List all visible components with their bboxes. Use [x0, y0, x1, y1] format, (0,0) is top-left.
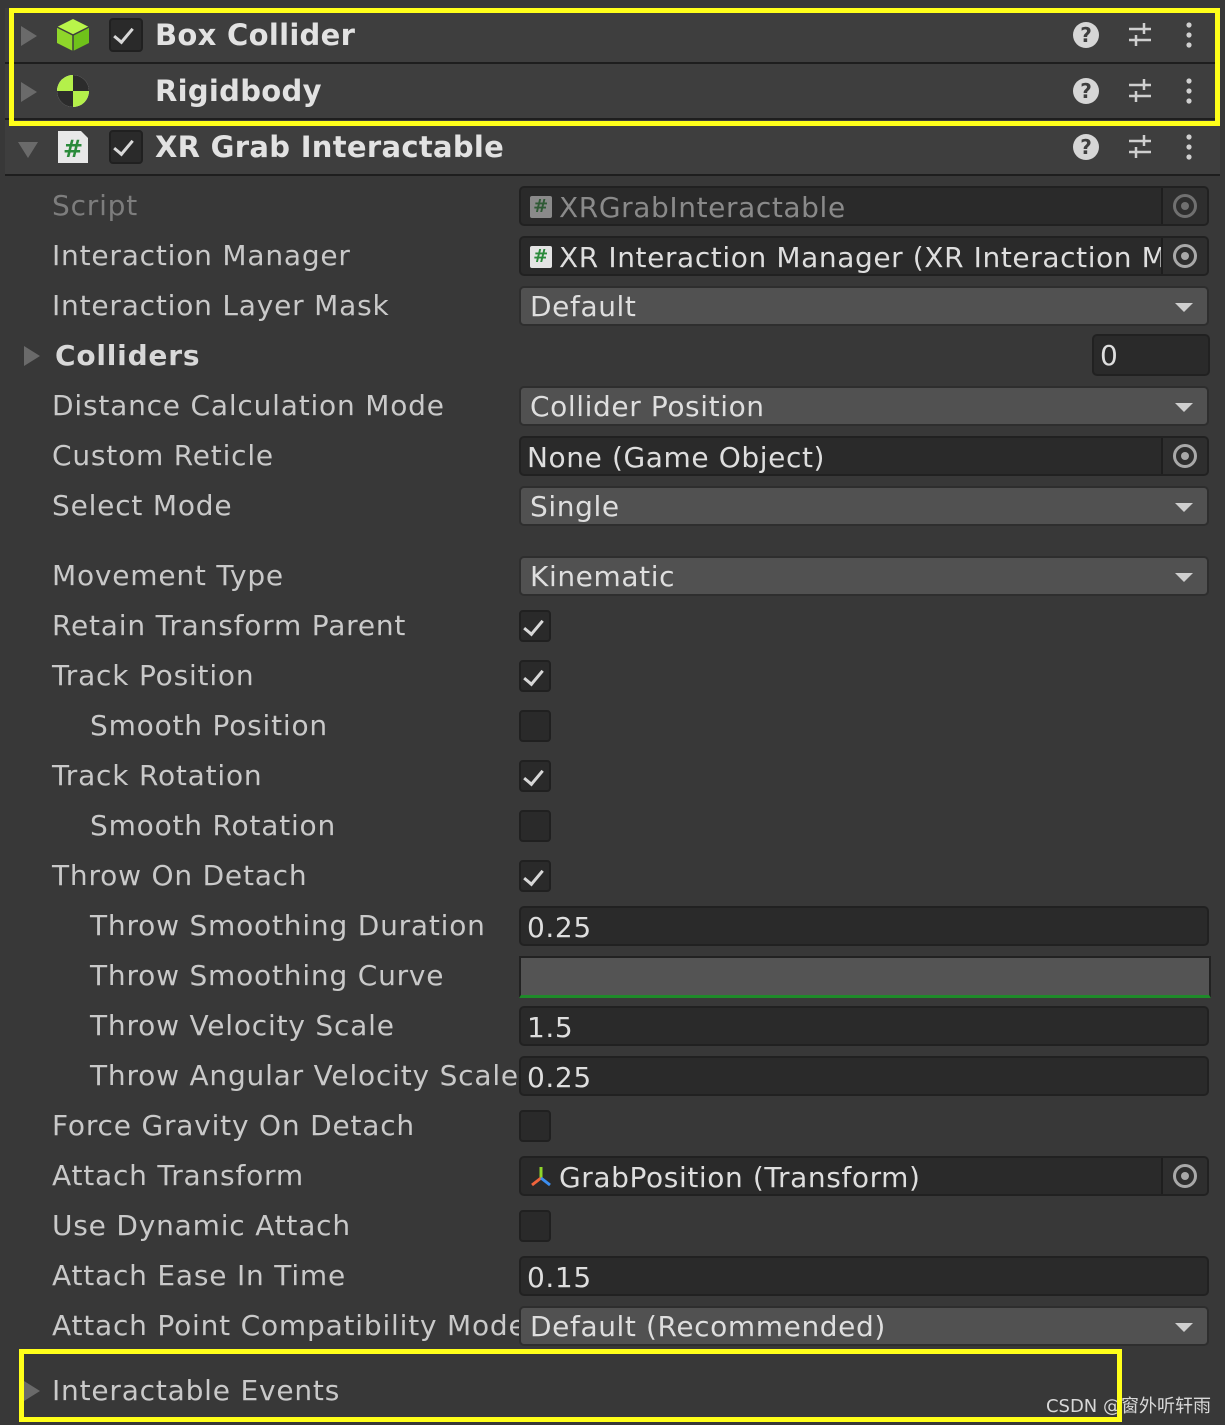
component-enabled-checkbox[interactable]	[109, 130, 143, 164]
force-gravity-on-detach-label: Force Gravity On Detach	[52, 1109, 415, 1142]
movement-type-dropdown[interactable]: Kinematic	[519, 556, 1209, 596]
interaction-layer-mask-label: Interaction Layer Mask	[52, 289, 390, 322]
track-rotation-label: Track Rotation	[52, 759, 263, 792]
object-picker-icon[interactable]	[1161, 238, 1207, 274]
dropdown-value: Single	[530, 490, 620, 523]
xr-grab-interactable-header[interactable]: # XR Grab Interactable ?	[5, 120, 1220, 176]
track-position-label: Track Position	[52, 659, 255, 692]
interaction-manager-label: Interaction Manager	[52, 239, 351, 272]
attach-point-compatibility-mode-label: Attach Point Compatibility Mode	[52, 1309, 527, 1342]
throw-on-detach-label: Throw On Detach	[52, 859, 308, 892]
dropdown-arrow-icon	[1175, 303, 1193, 312]
throw-smoothing-duration-label: Throw Smoothing Duration	[90, 909, 486, 942]
dropdown-value: Collider Position	[530, 390, 765, 423]
colliders-count-field[interactable]: 0	[1092, 334, 1210, 376]
script-icon: #	[530, 196, 552, 218]
attach-ease-in-time-label: Attach Ease In Time	[52, 1259, 347, 1292]
object-picker-icon[interactable]	[1161, 438, 1207, 474]
script-icon: #	[530, 246, 552, 268]
select-mode-dropdown[interactable]: Single	[519, 486, 1209, 526]
throw-on-detach-checkbox[interactable]	[519, 860, 551, 892]
throw-velocity-scale-label: Throw Velocity Scale	[90, 1009, 395, 1042]
component-title: XR Grab Interactable	[155, 130, 505, 164]
throw-smoothing-curve-label: Throw Smoothing Curve	[90, 959, 445, 992]
throw-angular-velocity-scale-label: Throw Angular Velocity Scale	[90, 1059, 519, 1092]
custom-reticle-value: None (Game Object)	[527, 441, 826, 474]
use-dynamic-attach-label: Use Dynamic Attach	[52, 1209, 351, 1242]
attach-ease-in-time-field[interactable]: 0.15	[519, 1256, 1209, 1296]
dropdown-value: Default	[530, 290, 637, 323]
smooth-position-checkbox[interactable]	[519, 710, 551, 742]
script-icon: #	[58, 131, 88, 163]
dropdown-arrow-icon	[1175, 573, 1193, 582]
retain-transform-parent-checkbox[interactable]	[519, 610, 551, 642]
throw-smoothing-curve-field[interactable]	[519, 956, 1211, 998]
dropdown-arrow-icon	[1175, 503, 1193, 512]
object-picker-icon[interactable]	[1161, 1158, 1207, 1194]
movement-type-label: Movement Type	[52, 559, 284, 592]
throw-smoothing-duration-field[interactable]: 0.25	[519, 906, 1209, 946]
presets-icon[interactable]	[1125, 132, 1155, 162]
colliders-foldout-icon[interactable]	[24, 346, 40, 366]
distance-calculation-mode-label: Distance Calculation Mode	[52, 389, 445, 422]
use-dynamic-attach-checkbox[interactable]	[519, 1210, 551, 1242]
svg-text:#: #	[63, 135, 83, 163]
attach-transform-value: GrabPosition (Transform)	[559, 1161, 921, 1194]
highlight-box	[9, 8, 1220, 126]
smooth-rotation-checkbox[interactable]	[519, 810, 551, 842]
interaction-manager-field[interactable]: # XR Interaction Manager (XR Interaction…	[519, 236, 1209, 276]
script-value: XRGrabInteractable	[559, 191, 846, 224]
help-icon[interactable]: ?	[1073, 134, 1099, 160]
force-gravity-on-detach-checkbox[interactable]	[519, 1110, 551, 1142]
custom-reticle-label: Custom Reticle	[52, 439, 274, 472]
attach-transform-field[interactable]: GrabPosition (Transform)	[519, 1156, 1209, 1196]
dropdown-value: Kinematic	[530, 560, 676, 593]
smooth-position-label: Smooth Position	[90, 709, 328, 742]
dropdown-arrow-icon	[1175, 1323, 1193, 1332]
throw-velocity-scale-field[interactable]: 1.5	[519, 1006, 1209, 1046]
attach-point-compatibility-mode-dropdown[interactable]: Default (Recommended)	[519, 1306, 1209, 1346]
select-mode-label: Select Mode	[52, 489, 233, 522]
colliders-label[interactable]: Colliders	[55, 339, 200, 372]
smooth-rotation-label: Smooth Rotation	[90, 809, 337, 842]
track-rotation-checkbox[interactable]	[519, 760, 551, 792]
transform-icon	[531, 1167, 551, 1187]
dropdown-value: Default (Recommended)	[530, 1310, 886, 1343]
interaction-manager-value: XR Interaction Manager (XR Interaction M…	[559, 241, 1185, 274]
foldout-arrow-icon[interactable]	[18, 142, 38, 158]
attach-transform-label: Attach Transform	[52, 1159, 304, 1192]
interaction-layer-mask-dropdown[interactable]: Default	[519, 286, 1209, 326]
custom-reticle-field[interactable]: None (Game Object)	[519, 436, 1209, 476]
dropdown-arrow-icon	[1175, 403, 1193, 412]
highlight-box	[19, 1349, 1122, 1422]
retain-transform-parent-label: Retain Transform Parent	[52, 609, 407, 642]
script-label: Script	[52, 189, 139, 222]
track-position-checkbox[interactable]	[519, 660, 551, 692]
script-field: # XRGrabInteractable	[519, 186, 1209, 226]
kebab-menu-icon[interactable]	[1183, 132, 1213, 162]
distance-calculation-mode-dropdown[interactable]: Collider Position	[519, 386, 1209, 426]
object-picker-icon	[1161, 188, 1207, 224]
throw-angular-velocity-scale-field[interactable]: 0.25	[519, 1056, 1209, 1096]
